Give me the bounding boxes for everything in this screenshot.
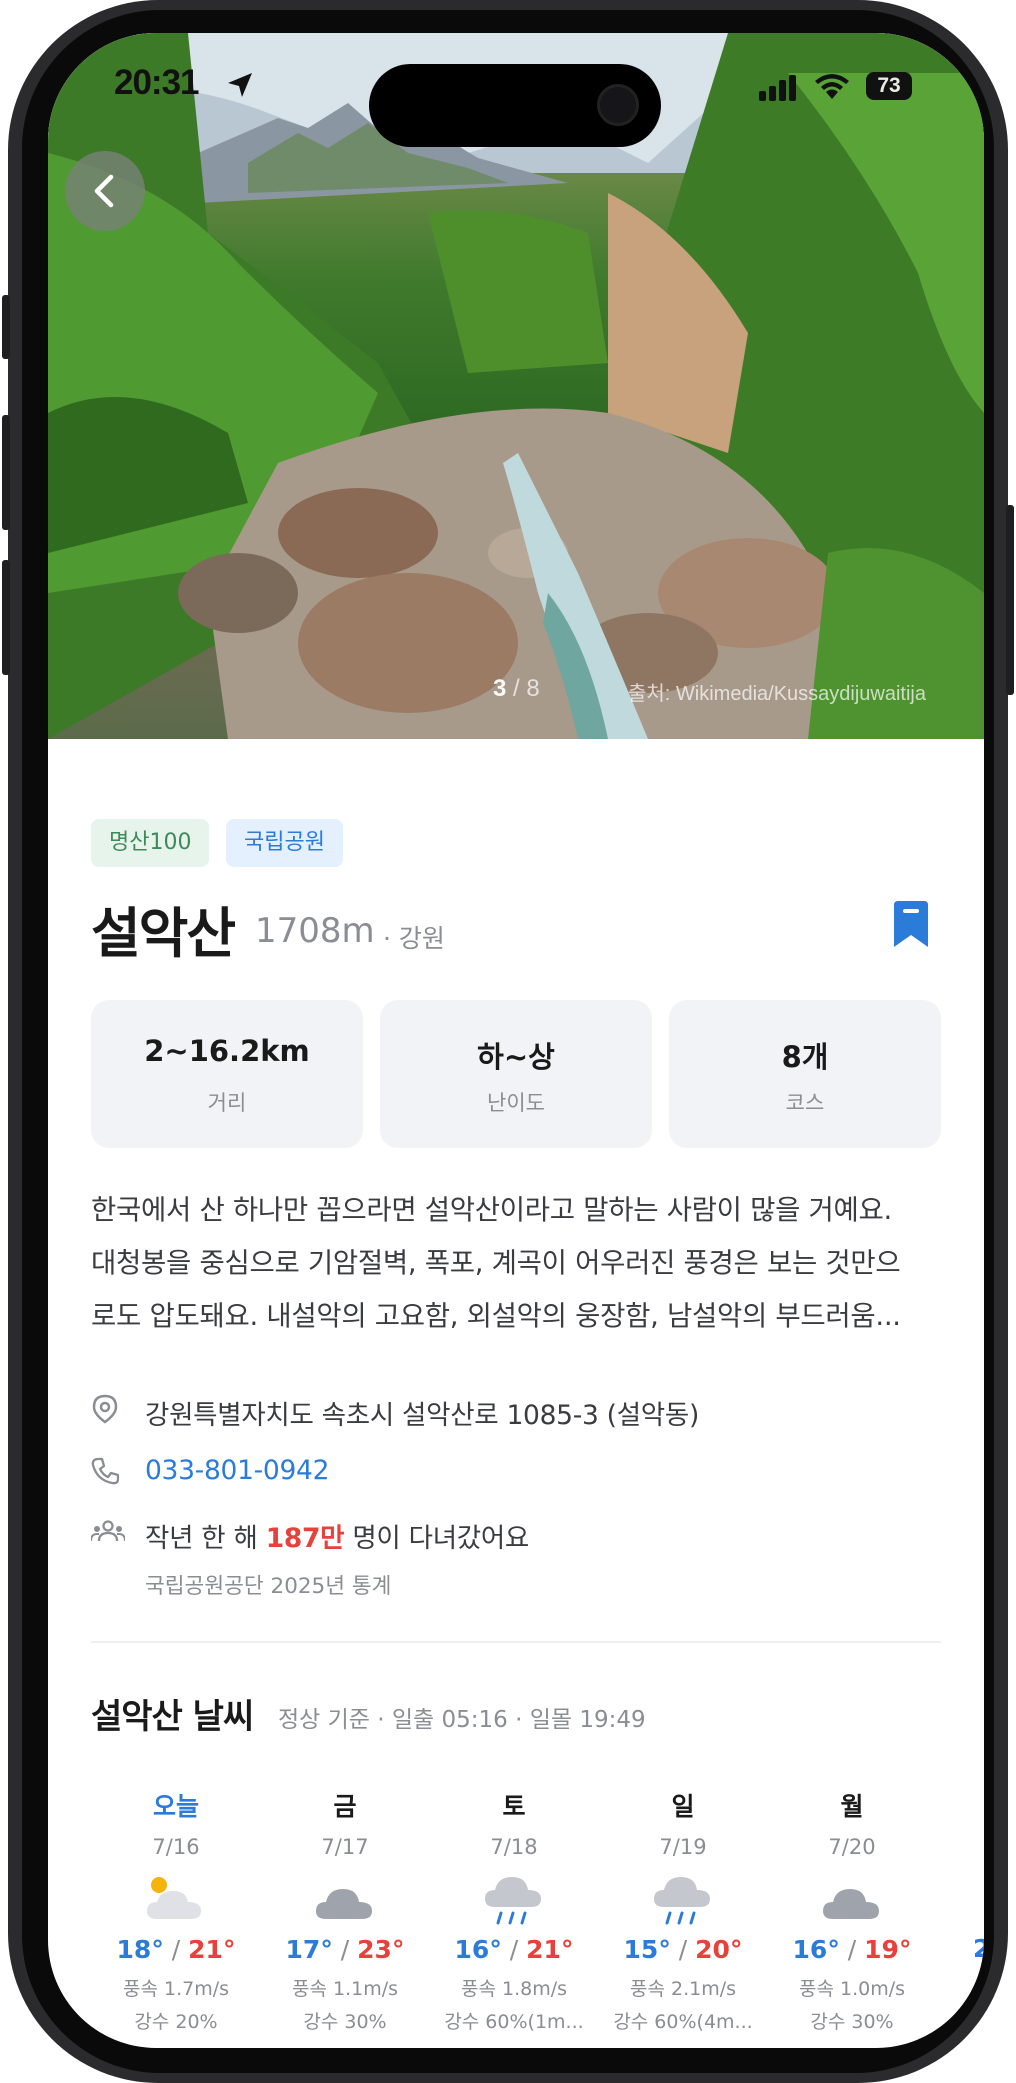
stat-value: 2~16.2km xyxy=(144,1034,310,1068)
stat-value: 하~상 xyxy=(477,1040,555,1074)
day-date: 7/18 xyxy=(490,1835,538,1859)
temp-separator: / xyxy=(670,1935,696,1964)
day-name: 오늘 xyxy=(152,1792,199,1821)
section-divider xyxy=(91,1641,941,1643)
day-date: 7/19 xyxy=(659,1835,707,1859)
forecast-day[interactable]: 일 7/19 15° / 20° 풍속 2.1m/s 강수 60%(4m... xyxy=(598,1787,768,2034)
description-line: 로도 압도돼요. 내설악의 고요함, 외설악의 웅장함, 남설악의 부드러움..… xyxy=(91,1300,901,1332)
temp-separator: / xyxy=(839,1935,865,1964)
image-pager: 3 / 8 xyxy=(493,675,540,703)
precipitation: 강수 60%(1m... xyxy=(444,2011,584,2033)
phone-link[interactable]: 033-801-0942 xyxy=(145,1455,329,1486)
precipitation: 강수 20% xyxy=(134,2011,218,2033)
badge-national-park: 국립공원 xyxy=(226,819,343,867)
stat-difficulty: 하~상 난이도 xyxy=(380,1000,652,1148)
pager-total: / 8 xyxy=(513,675,540,702)
day-date: 7/20 xyxy=(828,1835,876,1859)
temp-separator: / xyxy=(332,1935,358,1964)
stat-value: 8개 xyxy=(781,1040,829,1074)
location-pin-icon xyxy=(92,1394,118,1424)
temp-low: 16° xyxy=(454,1935,502,1964)
stat-courses: 8개 코스 xyxy=(669,1000,941,1148)
temp-separator: / xyxy=(163,1935,189,1964)
visitors-source: 국립공원공단 2025년 통계 xyxy=(145,1574,392,1599)
phone-icon xyxy=(91,1457,119,1485)
temp-high: 20° xyxy=(695,1935,743,1964)
stat-label: 난이도 xyxy=(487,1091,545,1115)
visitors-icon xyxy=(91,1520,125,1542)
temp-high: 21° xyxy=(188,1935,236,1964)
stat-label: 코스 xyxy=(785,1091,825,1115)
day-date: 7/16 xyxy=(152,1835,200,1859)
volume-up-button xyxy=(2,415,10,530)
cloudy-icon xyxy=(312,1871,378,1927)
phone-frame: 20:31 73 3 / 8 출처: Wikimedia/Kussaydijuw… xyxy=(2,0,1014,2083)
location-arrow-icon xyxy=(228,73,252,97)
badge-100-mountains: 명산100 xyxy=(91,819,210,867)
mountain-name: 설악산 xyxy=(91,902,236,965)
temp-high: 23° xyxy=(357,1935,405,1964)
action-button xyxy=(2,295,10,359)
rain-icon xyxy=(650,1871,716,1927)
day-date: 7/17 xyxy=(321,1835,369,1859)
partly-cloudy-icon xyxy=(143,1871,209,1927)
image-credit: 출처: Wikimedia/Kussaydijuwaitija xyxy=(628,683,927,705)
volume-down-button xyxy=(2,560,10,675)
forecast-day[interactable]: 금 7/17 17° / 23° 풍속 1.1m/s 강수 30% xyxy=(260,1787,430,2034)
day-name: 월 xyxy=(840,1792,864,1821)
visitors-prefix: 작년 한 해 xyxy=(145,1523,266,1554)
temp-low: 17° xyxy=(285,1935,333,1964)
temp-low: 15° xyxy=(623,1935,671,1964)
day-name: 토 xyxy=(502,1792,526,1821)
temp-low: 18° xyxy=(116,1935,164,1964)
forecast-day[interactable]: 월 7/20 16° / 19° 풍속 1.0m/s 강수 30% xyxy=(767,1787,937,2034)
precipitation: 강수 30% xyxy=(810,2011,894,2033)
day-name: 일 xyxy=(671,1792,695,1821)
temp-separator: / xyxy=(501,1935,527,1964)
wind-speed: 풍속 1.0m/s xyxy=(798,1978,906,2000)
pager-current: 3 xyxy=(493,675,507,702)
visitors-suffix: 명이 다녀갔어요 xyxy=(344,1523,530,1554)
weather-meta: 정상 기준 · 일출 05:16 · 일몰 19:49 xyxy=(278,1707,646,1733)
description-line: 한국에서 산 하나만 꼽으라면 설악산이라고 말하는 사람이 많을 거예요. xyxy=(91,1194,892,1226)
wind-speed: 풍속 1.8m/s xyxy=(460,1978,568,2000)
stat-distance: 2~16.2km 거리 xyxy=(91,1000,363,1148)
temp-low: 16° xyxy=(792,1935,840,1964)
wind-speed: 풍속 2.1m/s xyxy=(629,1978,737,2000)
day-name: 금 xyxy=(333,1792,357,1821)
power-button xyxy=(1006,505,1014,695)
visitors-count: 187만 xyxy=(265,1523,345,1554)
description-line: 대청봉을 중심으로 기암절벽, 폭포, 계곡이 어우러진 풍경은 보는 것만으 xyxy=(91,1247,901,1279)
rain-icon xyxy=(481,1871,547,1927)
temp-high: 19° xyxy=(864,1935,912,1964)
battery-indicator: 73 xyxy=(866,72,912,100)
wifi-icon xyxy=(815,74,849,99)
weather-title: 설악산 날씨 xyxy=(91,1697,254,1737)
cloudy-icon xyxy=(819,1871,885,1927)
camera-icon xyxy=(597,84,639,126)
dynamic-island xyxy=(369,64,661,147)
cellular-signal-icon xyxy=(759,75,796,101)
forecast-day[interactable]: 토 7/18 16° / 21° 풍속 1.8m/s 강수 60%(1m... xyxy=(429,1787,599,2034)
visitors-text: 작년 한 해 187만 명이 다녀갔어요 xyxy=(145,1516,529,1555)
bookmark-icon[interactable] xyxy=(890,901,932,949)
temp-high: 21° xyxy=(526,1935,574,1964)
mountain-description[interactable]: 한국에서 산 하나만 꼽으라면 설악산이라고 말하는 사람이 많을 거예요. 대… xyxy=(91,1184,941,1343)
back-button[interactable] xyxy=(65,151,145,231)
wind-speed: 풍속 1.1m/s xyxy=(291,1978,399,2000)
status-time: 20:31 xyxy=(114,63,200,102)
wind-speed: 풍속 1.7m/s xyxy=(122,1978,230,2000)
screen: 20:31 73 3 / 8 출처: Wikimedia/Kussaydijuw… xyxy=(48,33,984,2048)
precipitation: 강수 30% xyxy=(303,2011,387,2033)
chevron-left-icon xyxy=(94,174,114,208)
precipitation: 강수 60%(4m... xyxy=(613,2011,753,2033)
mountain-elevation: 1708m xyxy=(255,911,375,951)
next-day-partial: 2 xyxy=(973,1934,984,1963)
forecast-day[interactable]: 오늘 7/16 18° / 21° 풍속 1.7m/s 강수 20% xyxy=(91,1787,261,2034)
mountain-region: · 강원 xyxy=(383,924,445,953)
stat-label: 거리 xyxy=(207,1091,247,1115)
address-text: 강원특별자치도 속초시 설악산로 1085-3 (설악동) xyxy=(145,1400,699,1431)
